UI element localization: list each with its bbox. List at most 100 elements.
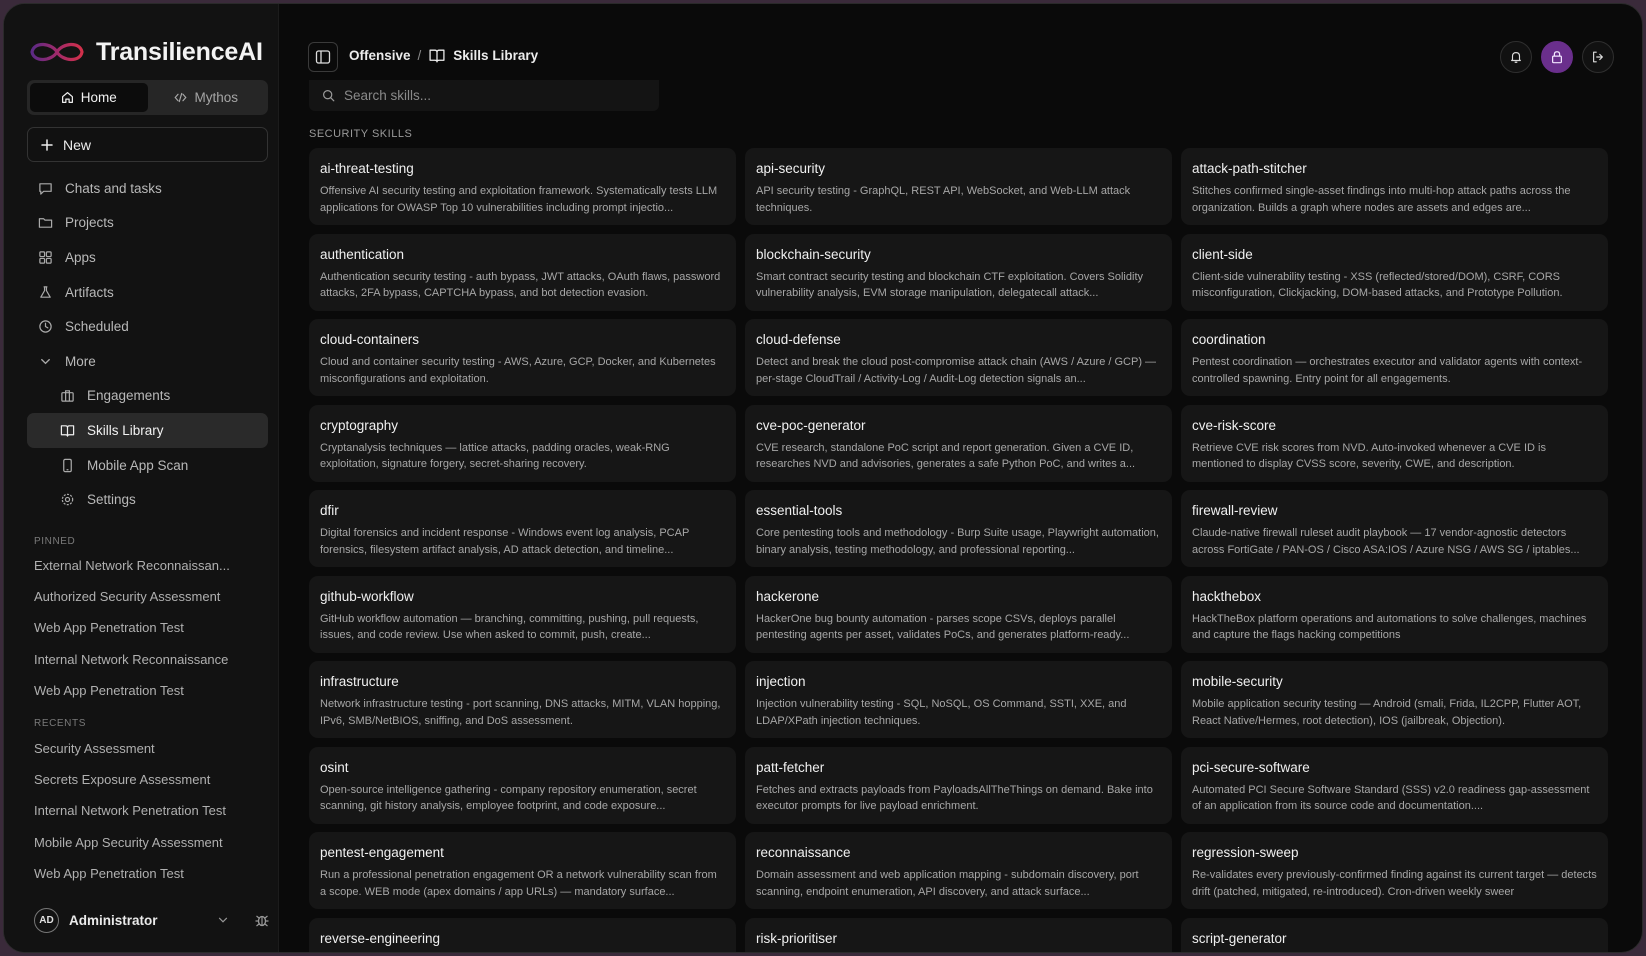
nav-item-more[interactable]: More bbox=[27, 344, 268, 379]
skill-name: cve-poc-generator bbox=[756, 417, 866, 433]
sidebar: TransilienceAI Home Mythos New Chats and… bbox=[4, 4, 279, 952]
code-icon bbox=[174, 92, 188, 103]
pinned-label: PINNED bbox=[34, 536, 76, 547]
nav-item-skills-library[interactable]: Skills Library bbox=[27, 413, 268, 448]
nav-item-apps[interactable]: Apps bbox=[27, 240, 268, 275]
skill-card[interactable]: client-side Client-side vulnerability tes… bbox=[1181, 233, 1608, 311]
nav-label-skills-library: Skills Library bbox=[87, 422, 164, 438]
skill-description: Detect and break the cloud post-compromi… bbox=[756, 356, 1157, 385]
skill-card[interactable]: api-security API security testing - Graph… bbox=[745, 148, 1172, 225]
pinned-item[interactable]: Web App Penetration Test bbox=[34, 675, 269, 706]
skill-description: Authentication security testing - auth b… bbox=[320, 270, 721, 300]
recent-item[interactable]: Mobile App Security Assessment bbox=[34, 827, 269, 858]
nav-item-settings[interactable]: Settings bbox=[27, 482, 268, 517]
skill-card[interactable]: cloud-containers Cloud and container secu… bbox=[309, 319, 736, 396]
skill-name: dfir bbox=[320, 503, 339, 518]
skill-card[interactable]: pentest-engagement Run a professional pen… bbox=[309, 832, 736, 909]
logout-button[interactable] bbox=[1582, 41, 1614, 73]
user-menu[interactable]: AD Administrator bbox=[34, 907, 270, 933]
skill-description: Cloud and container security testing - A… bbox=[320, 356, 716, 385]
skill-name: regression-sweep bbox=[1192, 845, 1299, 860]
skill-card[interactable]: github-workflow GitHub workflow automatio… bbox=[309, 575, 736, 653]
skill-card[interactable]: dfir Digital forensics and incident respo… bbox=[309, 490, 736, 567]
skill-card[interactable]: authentication Authentication security te… bbox=[309, 233, 736, 311]
nav-item-mobile-app-scan[interactable]: Mobile App Scan bbox=[27, 448, 268, 483]
skill-card[interactable]: coordination Pentest coordination — orche… bbox=[1181, 319, 1608, 396]
top-bar: Offensive / Skills Library bbox=[279, 4, 1642, 80]
app-window: TransilienceAI Home Mythos New Chats and… bbox=[3, 3, 1643, 953]
home-tab[interactable]: Home bbox=[30, 83, 148, 112]
skill-description: GitHub workflow automation — branching, … bbox=[320, 612, 699, 642]
skill-card[interactable]: reverse-engineering bbox=[309, 917, 736, 952]
nav-item-engagements[interactable]: Engagements bbox=[27, 379, 268, 414]
breadcrumb-separator: / bbox=[417, 48, 422, 63]
nav-item-artifacts[interactable]: Artifacts bbox=[27, 275, 268, 310]
nav-label-chats: Chats and tasks bbox=[65, 180, 162, 196]
skill-card[interactable]: reconnaissance Domain assessment and web … bbox=[745, 832, 1172, 909]
nav-label-artifacts: Artifacts bbox=[65, 284, 114, 300]
recent-item[interactable]: Internal Network Penetration Test bbox=[34, 795, 269, 826]
skill-card[interactable]: essential-tools Core pentesting tools and… bbox=[745, 490, 1172, 567]
nav-item-projects[interactable]: Projects bbox=[27, 206, 268, 241]
skill-name: coordination bbox=[1192, 332, 1266, 347]
skill-card[interactable]: cryptography Cryptanalysis techniques — l… bbox=[309, 404, 736, 482]
skill-card[interactable]: hackthebox HackTheBox platform operations… bbox=[1181, 575, 1608, 653]
pinned-item[interactable]: Web App Penetration Test bbox=[34, 612, 269, 643]
pinned-item[interactable]: Internal Network Reconnaissance bbox=[34, 644, 269, 675]
skill-card[interactable]: injection Injection vulnerability testing… bbox=[745, 661, 1172, 738]
skill-name: injection bbox=[756, 674, 806, 689]
pinned-item[interactable]: Authorized Security Assessment bbox=[34, 581, 269, 612]
breadcrumb-parent[interactable]: Offensive bbox=[349, 48, 411, 63]
skill-card[interactable]: mobile-security Mobile application securi… bbox=[1181, 661, 1608, 738]
new-button[interactable]: New bbox=[27, 127, 268, 162]
nav-label-more: More bbox=[65, 353, 96, 369]
chevron-down-icon[interactable] bbox=[216, 913, 230, 927]
lock-button[interactable] bbox=[1541, 41, 1573, 73]
skill-card[interactable]: blockchain-security Smart contract securi… bbox=[745, 233, 1172, 311]
skill-name: essential-tools bbox=[756, 503, 843, 518]
skill-card[interactable]: pci-secure-software Automated PCI Secure … bbox=[1181, 746, 1608, 824]
skill-card[interactable]: risk-prioritiser bbox=[745, 917, 1172, 952]
skill-card[interactable]: cloud-defense Detect and break the cloud … bbox=[745, 319, 1172, 396]
chevron-down-icon bbox=[41, 358, 50, 365]
mythos-tab[interactable]: Mythos bbox=[148, 83, 266, 112]
recent-item[interactable]: Web App Penetration Test bbox=[34, 858, 269, 889]
skill-description: HackTheBox platform operations and autom… bbox=[1192, 612, 1587, 642]
bug-icon[interactable] bbox=[254, 912, 270, 928]
skill-name: cryptography bbox=[320, 417, 399, 433]
skill-card[interactable]: attack-path-stitcher Stitches confirmed s… bbox=[1181, 148, 1608, 225]
skill-card[interactable]: firewall-review Claude-native firewall ru… bbox=[1181, 490, 1608, 567]
skill-name: pci-secure-software bbox=[1192, 759, 1310, 775]
recent-item[interactable]: Security Assessment bbox=[34, 733, 269, 764]
user-name: Administrator bbox=[69, 912, 158, 928]
skill-card[interactable]: ai-threat-testing Offensive AI security t… bbox=[309, 148, 736, 225]
skill-card[interactable]: script-generator bbox=[1181, 917, 1608, 952]
notifications-button[interactable] bbox=[1500, 41, 1532, 73]
pinned-item[interactable]: External Network Reconnaissan... bbox=[34, 550, 269, 581]
recent-item[interactable]: Secrets Exposure Assessment bbox=[34, 764, 269, 795]
mode-switch: Home Mythos bbox=[27, 80, 268, 115]
bell-icon bbox=[1511, 52, 1521, 63]
skill-card[interactable]: hackerone HackerOne bug bounty automation… bbox=[745, 575, 1172, 653]
nav-item-chats[interactable]: Chats and tasks bbox=[27, 171, 268, 206]
skill-card[interactable]: cve-risk-score Retrieve CVE risk scores f… bbox=[1181, 404, 1608, 482]
flask-icon bbox=[40, 285, 51, 298]
skill-card[interactable]: patt-fetcher Fetches and extracts payload… bbox=[745, 746, 1172, 824]
chat-icon bbox=[39, 183, 52, 195]
brand[interactable]: TransilienceAI bbox=[28, 34, 263, 70]
search-icon bbox=[323, 90, 335, 102]
nav-item-scheduled[interactable]: Scheduled bbox=[27, 309, 268, 344]
skill-card[interactable]: cve-poc-generator CVE research, standalon… bbox=[745, 404, 1172, 482]
skill-card[interactable]: osint Open-source intelligence gathering … bbox=[309, 746, 736, 824]
apps-grid-icon bbox=[39, 251, 52, 264]
skill-card[interactable]: infrastructure Network infrastructure tes… bbox=[309, 661, 736, 738]
logout-icon bbox=[1593, 51, 1603, 63]
header-actions bbox=[1500, 41, 1614, 73]
skill-name: hackerone bbox=[756, 588, 820, 604]
skill-name: ai-threat-testing bbox=[320, 161, 414, 176]
skills-grid: ai-threat-testing Offensive AI security t… bbox=[309, 148, 1608, 952]
search-input[interactable] bbox=[344, 88, 634, 103]
home-tab-label: Home bbox=[80, 90, 117, 105]
sidebar-toggle-button[interactable] bbox=[308, 42, 338, 72]
skill-card[interactable]: regression-sweep Re-validates every previ… bbox=[1181, 832, 1608, 909]
